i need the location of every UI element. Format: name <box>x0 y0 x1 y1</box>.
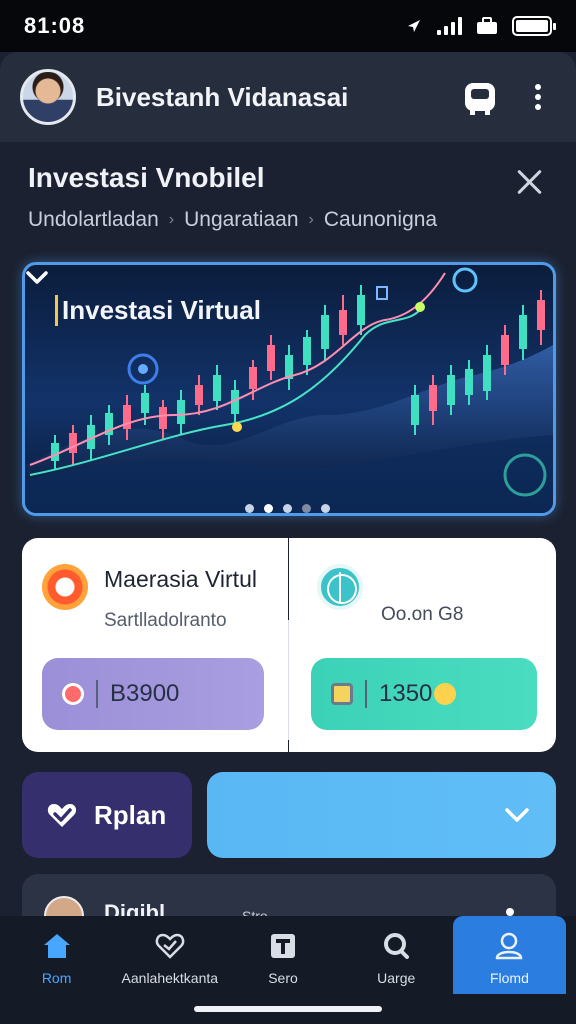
expand-panel[interactable] <box>207 772 556 858</box>
banner-title: Investasi Virtual <box>55 295 261 326</box>
more-vertical-icon <box>535 84 541 110</box>
status-bar: 81:08 <box>0 0 576 52</box>
carousel-dot[interactable] <box>245 504 254 513</box>
exchange-card[interactable]: Oo.on G8 1350 <box>289 538 556 752</box>
chevron-down-icon[interactable] <box>25 265 49 289</box>
nav-label: Aanlahektkanta <box>121 970 219 986</box>
carousel-dot[interactable] <box>283 504 292 513</box>
carousel-dots <box>245 504 330 513</box>
divider <box>365 680 367 708</box>
heart-check-icon <box>155 933 185 959</box>
close-icon[interactable] <box>514 166 546 198</box>
terminal-icon <box>271 934 295 958</box>
app-title: Bivestanh Vidanasai <box>96 81 349 112</box>
breadcrumb-item[interactable]: Undolartladan <box>28 208 159 232</box>
globe-icon <box>317 564 363 610</box>
document-icon <box>331 683 353 705</box>
nav-item-home[interactable]: Rom <box>0 916 113 1024</box>
plan-button[interactable]: Rplan <box>22 772 192 858</box>
breadcrumb: Undolartladan › Ungaratiaan › Caunonigna <box>28 208 437 232</box>
carousel-dot[interactable] <box>321 504 330 513</box>
more-icon[interactable] <box>506 908 514 916</box>
card-value: Oo.on G8 <box>381 604 464 625</box>
heart-check-icon <box>47 804 77 827</box>
breadcrumb-item[interactable]: Caunonigna <box>324 208 437 232</box>
transport-button[interactable] <box>462 79 498 115</box>
chat-icon <box>42 564 88 610</box>
user-icon <box>496 932 523 960</box>
carousel-dot-active[interactable] <box>264 504 273 513</box>
nav-label: Rom <box>41 970 72 986</box>
home-indicator[interactable] <box>194 1006 382 1012</box>
nav-label: Uarge <box>377 970 416 986</box>
balance-value: B3900 <box>110 680 180 707</box>
page-title: Investasi Vnobilel <box>28 162 265 193</box>
status-icons <box>405 16 556 36</box>
card-subtitle: Sartlladolranto <box>104 610 227 631</box>
carousel-dot[interactable] <box>302 504 311 513</box>
investment-banner[interactable]: Investasi Virtual <box>22 262 556 516</box>
balance-button[interactable]: B3900 <box>42 658 264 730</box>
nav-label: Sero <box>268 970 298 986</box>
status-time: 81:08 <box>24 13 86 38</box>
virtual-card[interactable]: Maerasia Virtul Sartlladolranto B3900 <box>22 538 288 752</box>
chevron-down-icon <box>505 808 529 822</box>
home-icon <box>43 934 70 958</box>
more-menu-button[interactable] <box>520 79 556 115</box>
signal-icon <box>437 17 462 35</box>
avatar[interactable] <box>20 69 76 125</box>
location-icon <box>408 20 420 32</box>
nav-item-profile[interactable]: Flomd <box>452 916 567 994</box>
app-header: Bivestanh Vidanasai <box>0 52 576 142</box>
amount-value: 1350 <box>379 680 433 707</box>
card-title: Maerasia Virtul <box>104 566 257 592</box>
breadcrumb-item[interactable]: Ungaratiaan <box>184 208 298 232</box>
plan-label: Rplan <box>94 799 167 830</box>
amount-button[interactable]: 1350 <box>311 658 537 730</box>
breadcrumb-separator: › <box>168 211 175 228</box>
battery-icon <box>512 16 556 36</box>
divider <box>96 680 98 708</box>
coin-icon <box>434 683 457 705</box>
briefcase-icon <box>477 17 497 34</box>
bus-icon <box>465 83 495 115</box>
lifebuoy-icon <box>62 683 84 705</box>
nav-label: Flomd <box>489 970 529 986</box>
breadcrumb-separator: › <box>308 211 314 228</box>
search-icon <box>384 933 410 959</box>
